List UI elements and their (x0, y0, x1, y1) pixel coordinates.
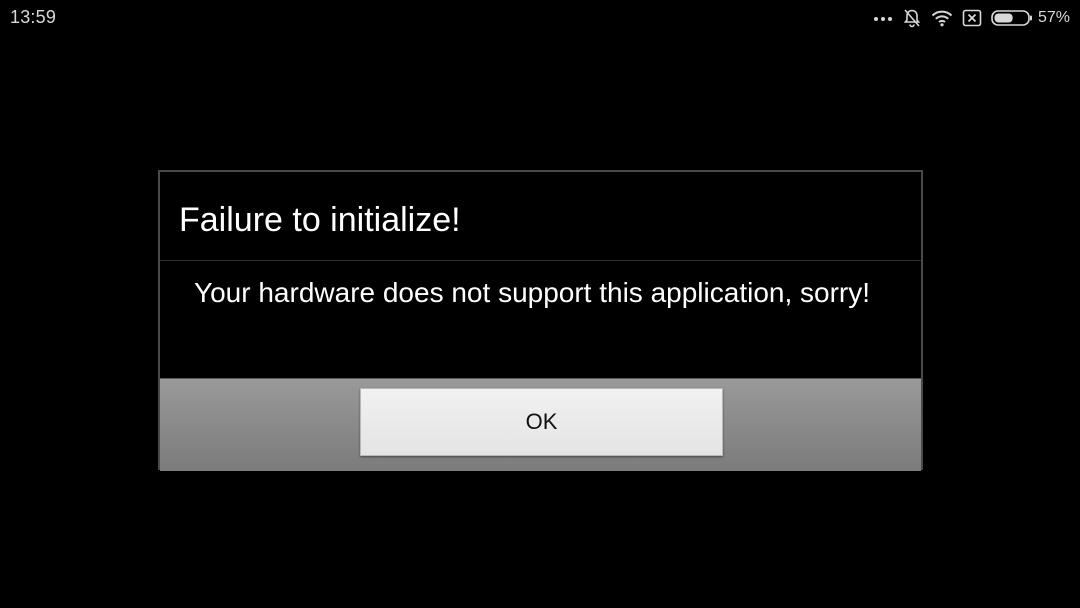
more-dots-icon (873, 14, 893, 22)
status-icons: 57% (873, 6, 1070, 30)
dialog-message: Your hardware does not support this appl… (194, 277, 871, 308)
status-bar: 13:59 57% (0, 0, 1080, 36)
wifi-icon (931, 9, 953, 27)
dialog-button-bar: OK (160, 378, 921, 471)
dialog-header: Failure to initialize! (160, 172, 921, 261)
error-dialog: Failure to initialize! Your hardware doe… (158, 170, 923, 471)
notifications-off-icon (902, 8, 922, 28)
ok-button[interactable]: OK (360, 388, 723, 456)
status-time: 13:59 (10, 7, 57, 27)
no-sim-icon (962, 9, 982, 27)
screen: 13:59 57% Failure to initialize! Your ha… (0, 0, 1080, 608)
battery-percent: 57% (1037, 9, 1070, 26)
battery-icon (991, 9, 1033, 27)
dialog-title: Failure to initialize! (179, 201, 461, 239)
